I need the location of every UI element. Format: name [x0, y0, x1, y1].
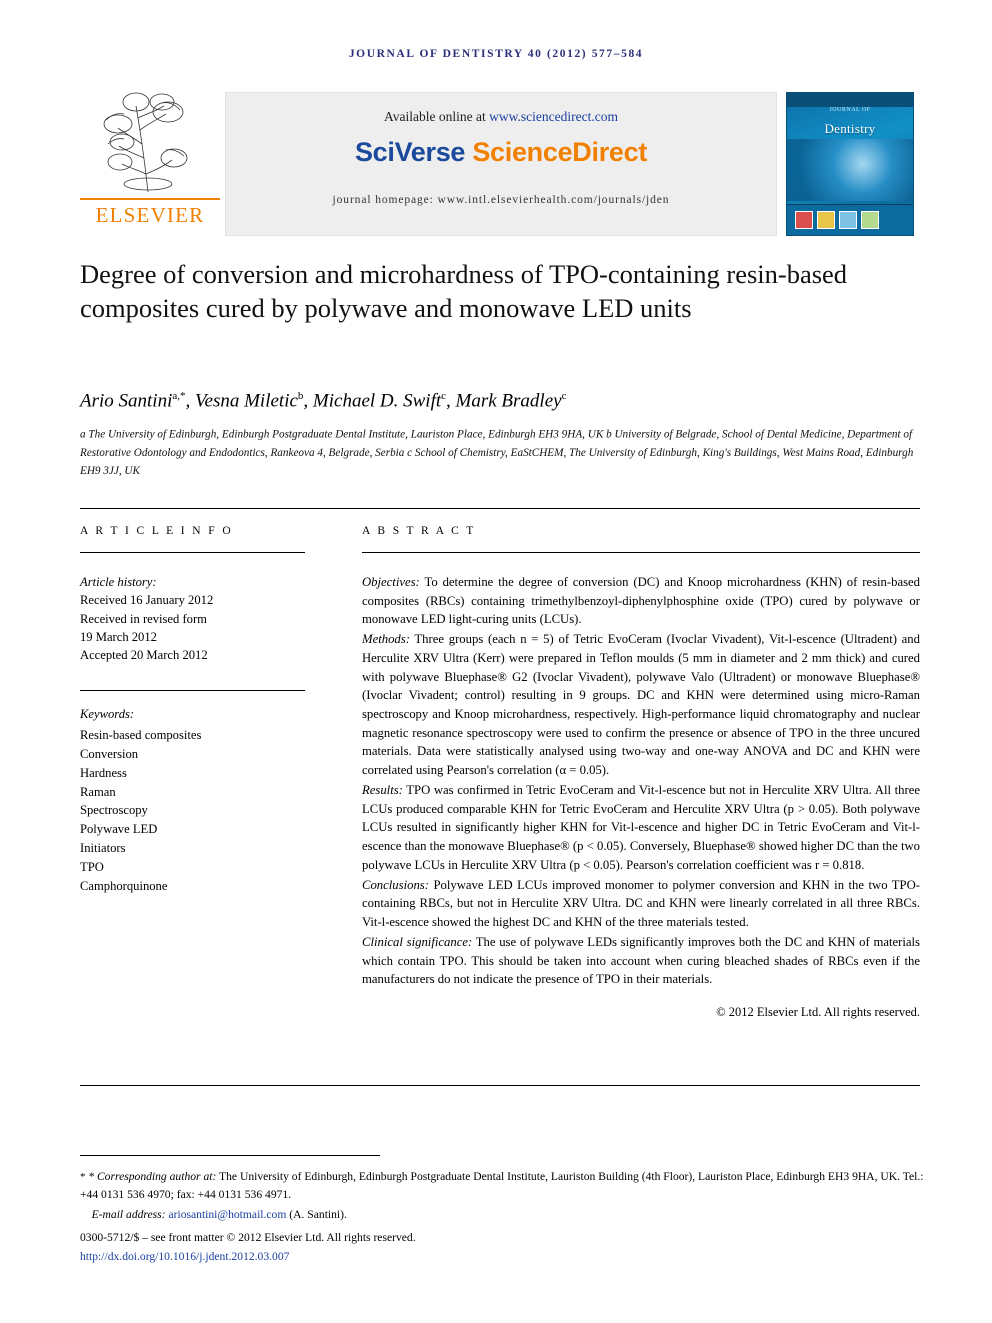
- cover-title: Dentistry: [824, 121, 876, 136]
- abstract-column: A B S T R A C T Objectives: To determine…: [362, 525, 920, 1021]
- abstract-significance-label: Clinical significance:: [362, 934, 473, 949]
- sciencedirect-wordmark: ScienceDirect: [472, 137, 648, 167]
- article-info-column: A R T I C L E I N F O Article history: R…: [80, 525, 330, 893]
- keywords-title: Keywords:: [80, 707, 135, 721]
- article-history-title: Article history:: [80, 575, 157, 589]
- available-online-text: Available online at: [384, 109, 486, 124]
- cover-bottom-bar: [787, 204, 913, 235]
- doi-line: http://dx.doi.org/10.1016/j.jdent.2012.0…: [80, 1248, 925, 1265]
- journal-homepage-line: journal homepage: www.intl.elsevierhealt…: [332, 194, 670, 206]
- journal-running-head: JOURNAL OF DENTISTRY 40 (2012) 577–584: [348, 48, 644, 60]
- divider-footer: [80, 1155, 380, 1156]
- abstract-conclusions: Conclusions: Polywave LED LCUs improved …: [362, 876, 920, 932]
- keyword-item: Polywave LED: [80, 822, 158, 837]
- corresponding-author-note: * * Corresponding author at: The Univers…: [80, 1168, 925, 1203]
- keyword-item: Raman: [80, 784, 116, 799]
- footnote-asterisk: *: [80, 1171, 89, 1183]
- abstract-copyright: © 2012 Elsevier Ltd. All rights reserved…: [716, 1004, 920, 1019]
- abstract-results-text: TPO was confirmed in Tetric EvoCeram and…: [362, 782, 920, 872]
- author-list: Ario Santinia,*, Vesna Mileticb, Michael…: [80, 390, 567, 412]
- elsevier-logo: ELSEVIER: [80, 84, 220, 234]
- cover-swatch-3: [839, 211, 857, 229]
- keyword-item: Initiators: [80, 841, 126, 856]
- email-suffix: (A. Santini).: [286, 1207, 347, 1221]
- abstract-objectives: Objectives: To determine the degree of c…: [362, 573, 920, 629]
- abstract-methods-text: Three groups (each n = 5) of Tetric EvoC…: [362, 632, 920, 777]
- cover-swatch-4: [861, 211, 879, 229]
- abstract-body: Objectives: To determine the degree of c…: [362, 573, 920, 1021]
- abstract-methods-label: Methods:: [362, 632, 410, 647]
- sciencedirect-link[interactable]: www.sciencedirect.com: [489, 109, 618, 124]
- sciencedirect-band: Available online at www.sciencedirect.co…: [225, 92, 777, 236]
- cover-swatch-2: [817, 211, 835, 229]
- abstract-conclusions-label: Conclusions:: [362, 877, 429, 892]
- journal-cover-thumbnail: JOURNAL OF Dentistry: [786, 92, 914, 236]
- abstract-objectives-text: To determine the degree of conversion (D…: [362, 575, 920, 627]
- abstract-objectives-label: Objectives:: [362, 575, 420, 589]
- abstract-heading: A B S T R A C T: [362, 525, 476, 537]
- available-online-line: Available online at www.sciencedirect.co…: [226, 93, 776, 125]
- cover-artwork: [787, 139, 913, 201]
- issn-copyright-line: 0300-5712/$ – see front matter © 2012 El…: [80, 1231, 416, 1245]
- page-title: Degree of conversion and microhardness o…: [80, 259, 848, 323]
- elsevier-tree-icon: [88, 84, 208, 196]
- history-item: Received 16 January 2012: [80, 593, 214, 608]
- elsevier-wordmark: ELSEVIER: [80, 198, 220, 228]
- abstract-conclusions-text: Polywave LED LCUs improved monomer to po…: [362, 877, 920, 929]
- history-item: Accepted 20 March 2012: [80, 648, 208, 662]
- email-label: E-mail address:: [91, 1207, 166, 1221]
- email-link[interactable]: ariosantini@hotmail.com: [168, 1208, 286, 1221]
- history-item: 19 March 2012: [80, 629, 157, 644]
- article-first-page: JOURNAL OF DENTISTRY 40 (2012) 577–584 E…: [0, 0, 992, 1323]
- keyword-item: Hardness: [80, 765, 127, 780]
- keywords-block: Keywords: Resin-based composites Convers…: [80, 705, 330, 896]
- article-history-block: Article history: Received 16 January 201…: [80, 573, 330, 664]
- abstract-results: Results: TPO was confirmed in Tetric Evo…: [362, 781, 920, 874]
- keyword-item: Spectroscopy: [80, 803, 148, 818]
- sciverse-sciencedirect-logo: SciVerse ScienceDirect: [226, 137, 776, 168]
- keyword-item: TPO: [80, 860, 104, 875]
- affiliation-list: a The University of Edinburgh, Edinburgh…: [80, 428, 914, 478]
- sciverse-wordmark: SciVerse: [354, 137, 466, 167]
- divider-top: [80, 508, 920, 509]
- keyword-item: Conversion: [80, 746, 139, 761]
- page-footer: * * Corresponding author at: The Univers…: [80, 1168, 925, 1265]
- corresponding-author-label: * Corresponding author at:: [88, 1170, 217, 1183]
- abstract-results-label: Results:: [362, 782, 403, 797]
- email-note: E-mail address: ariosantini@hotmail.com …: [80, 1206, 925, 1223]
- abstract-methods: Methods: Three groups (each n = 5) of Te…: [362, 630, 920, 779]
- article-info-heading: A R T I C L E I N F O: [80, 525, 234, 537]
- cover-top-bar: [787, 93, 913, 107]
- divider-bottom: [80, 1085, 920, 1086]
- keyword-item: Resin-based composites: [80, 727, 202, 742]
- divider-keywords: [80, 690, 305, 691]
- cover-swatch-1: [795, 211, 813, 229]
- abstract-clinical-significance: Clinical significance: The use of polywa…: [362, 933, 920, 989]
- keyword-item: Camphorquinone: [80, 879, 168, 894]
- masthead: ELSEVIER Available online at www.science…: [80, 84, 914, 236]
- cover-subtitle: JOURNAL OF: [829, 107, 871, 113]
- doi-link[interactable]: http://dx.doi.org/10.1016/j.jdent.2012.0…: [80, 1250, 289, 1263]
- history-item: Received in revised form: [80, 611, 207, 626]
